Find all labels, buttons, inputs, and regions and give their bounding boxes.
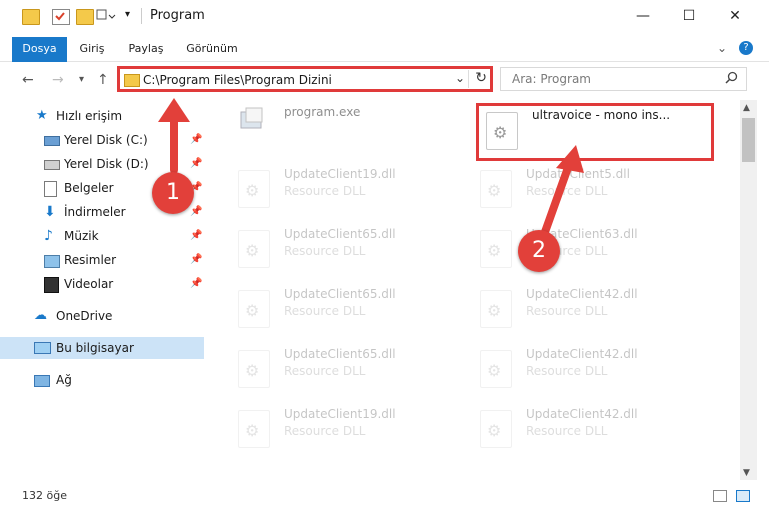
arrow-2-head <box>556 145 584 173</box>
arrow-1-head <box>158 98 190 122</box>
arrow-2-shaft <box>541 158 574 236</box>
annotation-arrows <box>158 98 584 236</box>
step-badge-2: 2 <box>518 230 560 272</box>
step-badge-1: 1 <box>152 172 194 214</box>
